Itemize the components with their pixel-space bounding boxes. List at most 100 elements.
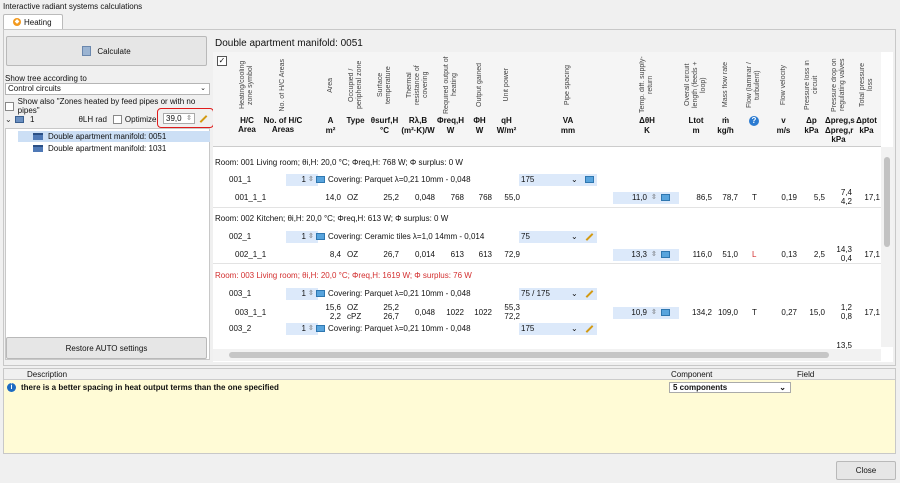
cell-value: 72,2	[504, 312, 520, 321]
restore-auto-button[interactable]: Restore AUTO settings	[6, 337, 207, 359]
col-component: Component	[671, 370, 713, 379]
info-icon: i	[7, 383, 16, 392]
header-vertical: Area	[320, 56, 341, 114]
circuit-name: 003_2	[229, 324, 252, 333]
grid-header: ✓ Heating/cooling zone symbol H/C Area No.…	[213, 52, 881, 147]
header-symbol: Ltot	[688, 116, 704, 125]
tree-mode-select[interactable]: Control circuits ⌄	[5, 83, 210, 95]
theta-label: θLH rad	[78, 114, 107, 124]
header-symbol: v	[781, 116, 786, 125]
cell-value: 116,0	[692, 250, 712, 259]
horizontal-scrollbar[interactable]	[213, 349, 881, 361]
count-value[interactable]: 1	[276, 232, 306, 242]
header-unit: kPa	[804, 126, 819, 135]
chevron-down-icon[interactable]: ⌄	[571, 324, 578, 334]
row-divider	[213, 263, 881, 264]
monitor-icon[interactable]	[316, 324, 325, 334]
spinner-icon[interactable]: ⇳	[308, 289, 314, 299]
spacing-value[interactable]: 175	[521, 324, 534, 334]
monitor-icon[interactable]	[316, 232, 325, 242]
cell-value: 25,2	[383, 193, 399, 202]
close-label: Close	[855, 466, 877, 475]
chevron-down-icon[interactable]: ⌄	[5, 115, 15, 124]
cell-value: 768	[450, 193, 464, 202]
monitor-icon[interactable]	[316, 289, 325, 299]
calculate-button[interactable]: Calculate	[6, 36, 207, 66]
pencil-icon[interactable]	[585, 232, 594, 242]
cell-value: 0,27	[781, 308, 797, 317]
dtheta-value[interactable]: 13,3	[617, 250, 647, 260]
header-caption: Pipe spacing	[564, 64, 571, 106]
show-tree-label: Show tree according to	[5, 74, 87, 83]
monitor-icon[interactable]	[316, 175, 325, 185]
header-symbol: A	[327, 116, 334, 125]
tree-item-label: Double apartment manifold: 1031	[48, 144, 167, 153]
count-value[interactable]: 1	[276, 289, 306, 299]
circuit-name: 001_1	[229, 175, 252, 184]
header-symbol: ΔθH	[639, 116, 655, 125]
pencil-icon[interactable]	[199, 112, 209, 123]
covering-text: Covering: Ceramic tiles λ=1,0 14mm - 0,0…	[328, 232, 485, 241]
close-button[interactable]: Close	[836, 461, 896, 480]
optimize-checkbox[interactable]	[112, 114, 122, 124]
header-caption: Output gained	[475, 63, 483, 107]
optimize-label: Optimize	[124, 114, 157, 124]
spinner-icon[interactable]: ⇳	[308, 232, 314, 242]
chevron-down-icon[interactable]: ⌄	[571, 175, 578, 185]
flow-value: L	[752, 250, 757, 259]
header-unit: (m²·K)/W	[401, 126, 435, 135]
spinner-icon[interactable]: ⇳	[651, 308, 657, 318]
monitor-icon[interactable]	[661, 250, 670, 260]
header-caption: Mass flow rate	[721, 62, 729, 108]
select-all-checkbox[interactable]: ✓	[217, 56, 227, 66]
cell-value: 109,0	[717, 308, 738, 317]
spacing-value[interactable]: 175	[521, 175, 534, 185]
type-value: OZ	[347, 250, 359, 259]
count-value[interactable]: 1	[276, 175, 306, 185]
cell-value: 2,2	[329, 312, 341, 321]
header-vertical: No. of H/C Areas	[252, 56, 314, 114]
header-vertical: Mass flow rate	[713, 56, 738, 114]
restore-auto-label: Restore AUTO settings	[65, 343, 148, 353]
dtheta-value[interactable]: 10,9	[617, 308, 647, 318]
dtheta-value[interactable]: 11,0	[617, 193, 647, 203]
show-also-box[interactable]	[5, 101, 14, 111]
tree-item[interactable]: Double apartment manifold: 0051	[18, 131, 210, 142]
scroll-thumb[interactable]	[229, 352, 829, 358]
pencil-icon[interactable]	[585, 324, 594, 334]
monitor-icon[interactable]	[661, 308, 670, 318]
col-description: Description	[27, 370, 68, 379]
room-header: Room: 002 Kitchen; θi,H: 20,0 °C; Φreq,H…	[215, 214, 449, 223]
header-caption: Flow (laminar / turbulent)	[746, 62, 761, 108]
cell-value: 14,0	[325, 193, 341, 202]
cell-value: 17,1	[864, 250, 880, 259]
header-symbol: Type	[346, 116, 365, 125]
monitor-icon[interactable]	[661, 193, 670, 203]
help-icon[interactable]: ?	[740, 116, 768, 126]
spacing-value[interactable]: 75 / 175	[521, 289, 550, 299]
count-value[interactable]: 1	[276, 324, 306, 334]
spinner-icon[interactable]: ⇳	[651, 250, 657, 260]
header-caption: Temp. diff. supply-return	[639, 56, 654, 114]
chevron-down-icon[interactable]: ⌄	[571, 232, 578, 242]
component-select[interactable]: 5 components ⌄	[669, 382, 791, 393]
vertical-scrollbar[interactable]	[881, 147, 893, 347]
cell-value: 768	[478, 193, 492, 202]
circuit-name: 002_1_1	[235, 250, 267, 259]
chevron-down-icon[interactable]: ⌄	[571, 289, 578, 299]
type-value: OZ	[347, 193, 359, 202]
spinner-icon[interactable]: ⇳	[651, 193, 657, 203]
spinner-icon[interactable]: ⇳	[308, 175, 314, 185]
spinner-icon[interactable]: ⇳	[186, 114, 192, 123]
header-caption: Pressure loss in circuit	[803, 60, 819, 110]
tree-item[interactable]: Double apartment manifold: 1031	[18, 143, 210, 154]
tab-heating[interactable]: ◆ Heating	[3, 14, 63, 29]
optimize-value-input[interactable]: 39,0 ⇳	[163, 113, 195, 124]
pencil-icon[interactable]	[585, 289, 594, 299]
type-value: cPZ	[347, 312, 362, 321]
scroll-thumb[interactable]	[884, 157, 890, 247]
spinner-icon[interactable]: ⇳	[308, 324, 314, 334]
spacing-value[interactable]: 75	[521, 232, 530, 242]
monitor-icon[interactable]	[585, 175, 594, 185]
message-row[interactable]: i there is a better spacing in heat outp…	[4, 381, 895, 394]
